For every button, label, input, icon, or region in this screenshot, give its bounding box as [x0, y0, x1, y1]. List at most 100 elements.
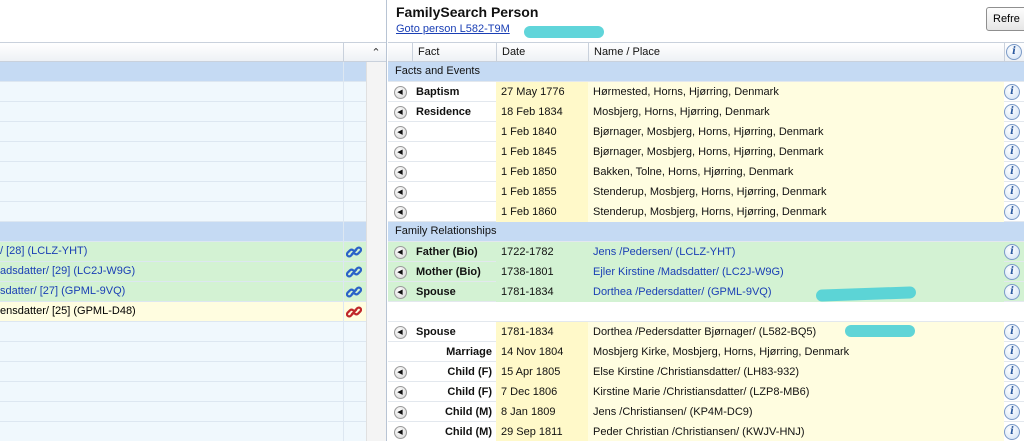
table-row[interactable]: ◀ Spouse 1781-1834 Dorthea /Pedersdatter/ (…	[388, 282, 1024, 302]
table-row[interactable]: Marriage 14 Nov 1804 Mosbjerg Kirke, Mosbj…	[388, 342, 1024, 362]
chain-link-icon[interactable]	[345, 284, 363, 300]
header-date[interactable]: Date	[496, 43, 588, 62]
left-list-item[interactable]	[0, 202, 366, 222]
table-row[interactable]: ◀ Father (Bio) 1722-1782 Jens /Pedersen/ (L…	[388, 242, 1024, 262]
table-row[interactable]: ◀ Child (M) 8 Jan 1809 Jens /Christiansen/ …	[388, 402, 1024, 422]
expand-arrow-icon[interactable]: ◀	[393, 405, 407, 419]
info-icon[interactable]: i	[1004, 424, 1020, 440]
table-row[interactable]	[388, 302, 1024, 322]
refresh-button[interactable]: Refre	[986, 7, 1024, 31]
expand-arrow-icon[interactable]: ◀	[393, 205, 407, 219]
table-row[interactable]: ◀ Child (F) 7 Dec 1806 Kirstine Marie /Chri…	[388, 382, 1024, 402]
info-icon[interactable]: i	[1004, 324, 1020, 340]
info-icon[interactable]: i	[1004, 104, 1020, 120]
left-list-item[interactable]: adsdatter/ [29] (LC2J-W9G)	[0, 262, 366, 282]
info-icon[interactable]: i	[1004, 404, 1020, 420]
table-row[interactable]: ◀ 1 Feb 1845 Bjørnager, Mosbjerg, Horns, H…	[388, 142, 1024, 162]
person-name-cell[interactable]: Else Kirstine /Christiansdatter/ (LH83-9…	[588, 362, 1004, 382]
expand-arrow-icon[interactable]: ◀	[393, 185, 407, 199]
info-icon[interactable]: i	[1004, 144, 1020, 160]
goto-person-link[interactable]: Goto person L582-T9M	[396, 23, 510, 35]
info-icon[interactable]: i	[1004, 184, 1020, 200]
fact-cell: Marriage	[446, 346, 492, 358]
left-list-item[interactable]: ensdatter/ [25] (GPML-D48)	[0, 302, 366, 322]
left-column-separator	[343, 382, 344, 401]
expand-cell: ◀	[388, 202, 412, 222]
info-icon[interactable]: i	[1004, 284, 1020, 300]
left-list-item[interactable]	[0, 102, 366, 122]
left-list-item[interactable]	[0, 422, 366, 441]
person-name-cell[interactable]: Jens /Christiansen/ (KP4M-DC9)	[588, 402, 1004, 422]
table-row[interactable]: ◀ Spouse 1781-1834 Dorthea /Pedersdatter Bj…	[388, 322, 1024, 342]
left-section-row[interactable]	[0, 62, 366, 82]
left-list-item[interactable]	[0, 342, 366, 362]
info-icon[interactable]: i	[1004, 164, 1020, 180]
expand-arrow-icon[interactable]: ◀	[393, 165, 407, 179]
info-icon[interactable]: i	[1004, 384, 1020, 400]
person-panel: FamilySearch Person Goto person L582-T9M…	[388, 0, 1024, 441]
left-section-row[interactable]	[0, 222, 366, 242]
table-row[interactable]: ◀ Mother (Bio) 1738-1801 Ejler Kirstine /Ma…	[388, 262, 1024, 282]
left-column-separator	[343, 122, 344, 141]
left-list-item[interactable]	[0, 182, 366, 202]
expand-arrow-icon[interactable]: ◀	[393, 145, 407, 159]
left-list-item[interactable]	[0, 122, 366, 142]
chain-link-icon[interactable]	[345, 264, 363, 280]
expand-arrow-icon[interactable]: ◀	[393, 285, 407, 299]
table-row[interactable]: ◀ 1 Feb 1860 Stenderup, Mosbjerg, Horns, H…	[388, 202, 1024, 222]
left-list-item[interactable]	[0, 82, 366, 102]
person-name-cell[interactable]: Mosbjerg Kirke, Mosbjerg, Horns, Hjørrin…	[588, 342, 1004, 362]
table-row[interactable]: ◀ Baptism 27 May 1776 Hørmested, Horns, Hjø…	[388, 82, 1024, 102]
chain-link-icon[interactable]	[345, 304, 363, 320]
table-row[interactable]: ◀ 1 Feb 1855 Stenderup, Mosbjerg, Horns, H…	[388, 182, 1024, 202]
expand-arrow-icon[interactable]: ◀	[393, 125, 407, 139]
left-column-separator	[343, 262, 344, 281]
person-name-cell[interactable]: Dorthea /Pedersdatter Bjørnager/ (L582-B…	[588, 322, 1004, 342]
table-row[interactable]: ◀ 1 Feb 1840 Bjørnager, Mosbjerg, Horns, H…	[388, 122, 1024, 142]
person-name-cell[interactable]: Ejler Kirstine /Madsdatter/ (LC2J-W9G)	[588, 262, 1004, 282]
info-icon[interactable]: i	[1004, 344, 1020, 360]
table-row[interactable]: ◀ Child (F) 15 Apr 1805 Else Kirstine /Chri…	[388, 362, 1024, 382]
left-list-item[interactable]	[0, 402, 366, 422]
left-column-separator	[343, 142, 344, 161]
expand-arrow-icon[interactable]: ◀	[393, 365, 407, 379]
expand-arrow-icon[interactable]: ◀	[393, 325, 407, 339]
place-cell: Bjørnager, Mosbjerg, Horns, Hjørring, De…	[588, 122, 1004, 142]
expand-arrow-icon[interactable]: ◀	[393, 265, 407, 279]
chain-link-icon[interactable]	[345, 244, 363, 260]
expand-arrow-icon[interactable]: ◀	[393, 385, 407, 399]
scroll-up-icon[interactable]: ⌃	[366, 43, 386, 61]
left-list-item[interactable]: / [28] (LCLZ-YHT)	[0, 242, 366, 262]
info-icon: i	[1006, 44, 1022, 60]
left-scrollbar[interactable]	[366, 62, 386, 441]
person-name-cell[interactable]: Peder Christian /Christiansen/ (KWJV-HNJ…	[588, 422, 1004, 441]
left-list-item[interactable]	[0, 142, 366, 162]
person-name-cell[interactable]: Jens /Pedersen/ (LCLZ-YHT)	[588, 242, 1004, 262]
table-row[interactable]: ◀ 1 Feb 1850 Bakken, Tolne, Horns, Hjørrin…	[388, 162, 1024, 182]
header-fact[interactable]: Fact	[412, 43, 496, 62]
info-icon[interactable]: i	[1004, 244, 1020, 260]
info-icon[interactable]: i	[1004, 364, 1020, 380]
expand-arrow-icon[interactable]: ◀	[393, 245, 407, 259]
info-icon[interactable]: i	[1004, 264, 1020, 280]
left-item-text: ensdatter/ [25] (GPML-D48)	[0, 305, 136, 317]
left-column-separator	[343, 282, 344, 301]
info-icon[interactable]: i	[1004, 124, 1020, 140]
info-icon[interactable]: i	[1004, 84, 1020, 100]
left-list-item[interactable]	[0, 362, 366, 382]
person-name-cell[interactable]: Kirstine Marie /Christiansdatter/ (LZP8-…	[588, 382, 1004, 402]
info-icon[interactable]: i	[1004, 204, 1020, 220]
left-list-item[interactable]	[0, 382, 366, 402]
expand-arrow-icon[interactable]: ◀	[393, 85, 407, 99]
fact-cell: Child (F)	[447, 366, 492, 378]
expand-arrow-icon[interactable]: ◀	[393, 425, 407, 439]
header-name-place[interactable]: Name / Place	[588, 43, 1004, 62]
table-row[interactable]: ◀ Residence 18 Feb 1834 Mosbjerg, Horns, Hj…	[388, 102, 1024, 122]
person-name-cell[interactable]: Dorthea /Pedersdatter/ (GPML-9VQ)	[588, 282, 1004, 302]
fact-cell: Baptism	[416, 86, 460, 98]
table-row[interactable]: ◀ Child (M) 29 Sep 1811 Peder Christian /Ch…	[388, 422, 1024, 441]
left-list-item[interactable]: sdatter/ [27] (GPML-9VQ)	[0, 282, 366, 302]
left-list-item[interactable]	[0, 162, 366, 182]
left-list-item[interactable]	[0, 322, 366, 342]
expand-arrow-icon[interactable]: ◀	[393, 105, 407, 119]
